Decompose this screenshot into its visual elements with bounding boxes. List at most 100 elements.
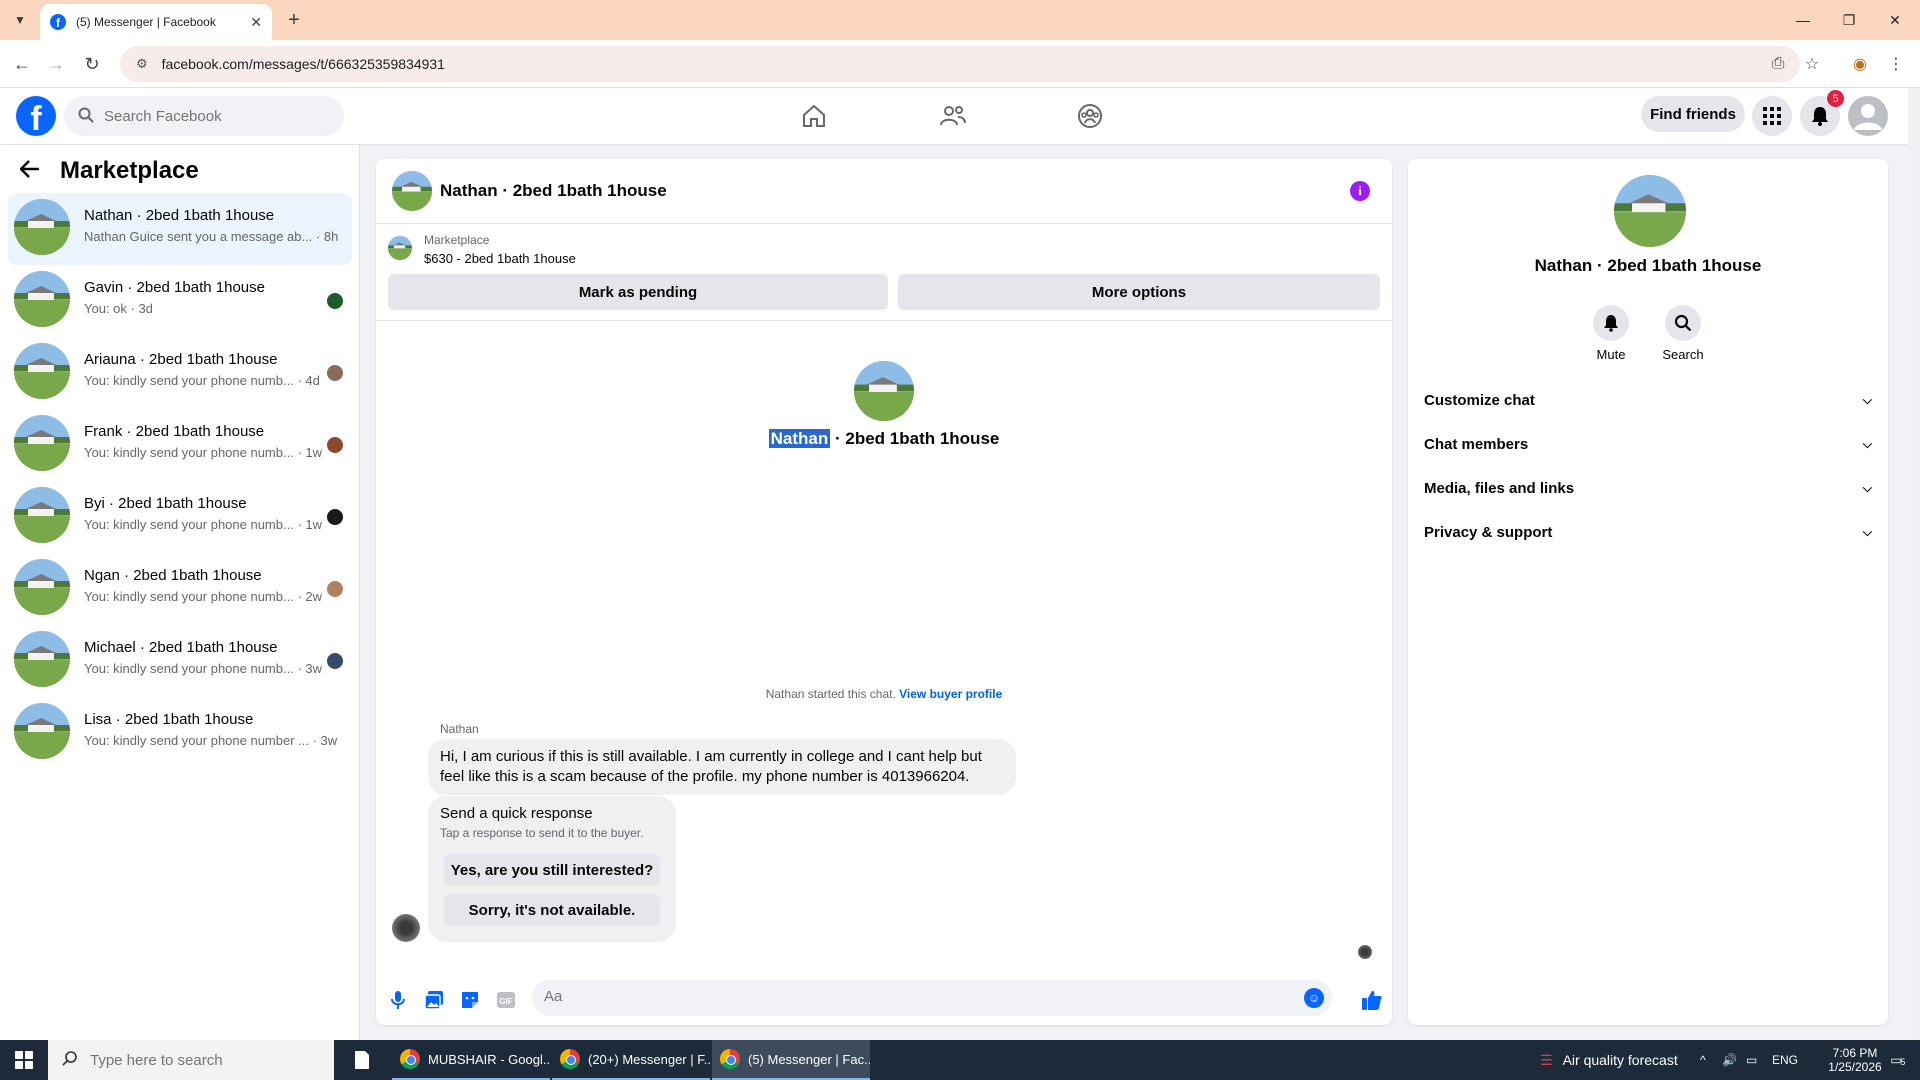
url-bar[interactable]: ⚙ facebook.com/messages/t/66632535983493… <box>120 46 1800 82</box>
conversation-name: Nathan · 2bed 1bath 1house <box>84 207 275 224</box>
section-label: Media, files and links <box>1424 479 1575 497</box>
browser-tab-active[interactable]: f (5) Messenger | Facebook ✕ <box>40 4 272 40</box>
media-files-links-row[interactable]: Media, files and links ⌵ <box>1424 470 1872 506</box>
message-input-box[interactable]: ☺ <box>532 980 1332 1016</box>
like-thumb-icon[interactable] <box>1360 988 1384 1012</box>
taskbar-app-chrome-2[interactable]: (20+) Messenger | F... <box>552 1040 710 1080</box>
taskbar-search[interactable] <box>48 1040 334 1080</box>
back-arrow-icon[interactable] <box>19 158 42 184</box>
taskbar-app-chrome-3[interactable]: (5) Messenger | Fac... <box>712 1040 870 1080</box>
search-action[interactable]: Search <box>1653 305 1713 362</box>
new-tab-button[interactable]: + <box>282 8 306 32</box>
conversation-item[interactable]: Gavin · 2bed 1bath 1house You: ok · 3d <box>8 265 352 337</box>
chat-members-row[interactable]: Chat members ⌵ <box>1424 426 1872 462</box>
bookmark-star-icon[interactable]: ☆ <box>1800 52 1824 76</box>
sticker-icon[interactable] <box>460 990 480 1010</box>
section-label: Chat members <box>1424 435 1529 453</box>
listing-bar: Marketplace $630 - 2bed 1bath 1house Mar… <box>376 224 1392 321</box>
photo-icon[interactable] <box>424 990 444 1010</box>
conversation-item[interactable]: Frank · 2bed 1bath 1house You: kindly sen… <box>8 409 352 481</box>
conversation-item[interactable]: Ngan · 2bed 1bath 1house You: kindly send… <box>8 553 352 625</box>
notifications-center-icon[interactable]: ▭ 5 <box>1880 1040 1912 1080</box>
conversation-name: Michael · 2bed 1bath 1house <box>84 639 278 656</box>
view-buyer-profile-link[interactable]: View buyer profile <box>899 687 1002 701</box>
volume-icon[interactable]: 🔊 <box>1722 1040 1737 1080</box>
taskbar-app-chrome-1[interactable]: MUBSHAIR - Googl... <box>392 1040 550 1080</box>
facebook-search[interactable] <box>64 96 344 136</box>
close-window-button[interactable]: ✕ <box>1872 0 1918 40</box>
sidebar-title: Marketplace <box>60 157 199 184</box>
back-arrow-icon[interactable]: ← <box>10 52 34 76</box>
file-explorer-icon[interactable] <box>350 1040 374 1080</box>
browser-tab-strip: ▼ f (5) Messenger | Facebook ✕ + — ❐ ✕ <box>0 0 1920 40</box>
message-bubble[interactable]: Hi, I am curious if this is still availa… <box>428 739 1016 795</box>
read-receipt-avatar <box>327 437 343 453</box>
details-avatar[interactable] <box>1614 175 1686 247</box>
chat-avatar[interactable] <box>392 171 432 211</box>
facebook-logo-icon[interactable]: f <box>16 96 56 136</box>
conversation-item[interactable]: Ariauna · 2bed 1bath 1house You: kindly s… <box>8 337 352 409</box>
emoji-icon[interactable]: ☺ <box>1304 988 1324 1008</box>
profile-icon[interactable]: ◉ <box>1848 52 1872 76</box>
conversation-preview: Nathan Guice sent you a message ab... · … <box>84 229 339 244</box>
chat-details-panel: Nathan · 2bed 1bath 1house Mute Search C… <box>1408 159 1888 1025</box>
groups-icon[interactable] <box>1034 96 1146 136</box>
conversation-item[interactable]: Michael · 2bed 1bath 1house You: kindly s… <box>8 625 352 697</box>
restore-button[interactable]: ❐ <box>1826 0 1872 40</box>
chevron-down-icon: ⌵ <box>1862 524 1872 539</box>
language-indicator[interactable]: ENG <box>1772 1040 1798 1080</box>
chat-title[interactable]: Nathan · 2bed 1bath 1house <box>440 181 667 201</box>
gif-icon[interactable]: GIF <box>496 990 516 1010</box>
conversation-avatar <box>14 343 70 399</box>
clock-date: 1/25/2026 <box>1828 1060 1882 1074</box>
mark-as-pending-button[interactable]: Mark as pending <box>388 274 888 310</box>
conversation-preview: You: kindly send your phone number ... ·… <box>84 733 338 748</box>
conversation-item[interactable]: Lisa · 2bed 1bath 1house You: kindly send… <box>8 697 352 769</box>
listing-price[interactable]: $630 - 2bed 1bath 1house <box>424 251 576 266</box>
taskbar-notification-count: 5 <box>1900 1057 1906 1067</box>
chat-panel: Nathan · 2bed 1bath 1house i Marketplace… <box>376 159 1392 1025</box>
quick-response-yes-button[interactable]: Yes, are you still interested? <box>444 854 660 886</box>
close-tab-icon[interactable]: ✕ <box>250 14 262 31</box>
home-icon[interactable] <box>758 96 870 136</box>
mute-action[interactable]: Mute <box>1581 305 1641 362</box>
conversation-item[interactable]: Byi · 2bed 1bath 1house You: kindly send … <box>8 481 352 553</box>
page-scrollbar[interactable] <box>1908 88 1920 1040</box>
site-settings-icon[interactable]: ⚙ <box>136 56 148 72</box>
account-avatar[interactable] <box>1848 96 1888 136</box>
taskbar-search-input[interactable] <box>90 1051 270 1069</box>
install-app-icon[interactable]: ⎙ <box>1766 52 1790 76</box>
conversation-preview: You: ok · 3d <box>84 301 153 316</box>
listing-thumbnail[interactable] <box>388 236 412 260</box>
find-friends-button[interactable]: Find friends <box>1641 96 1745 132</box>
conversation-item[interactable]: Nathan · 2bed 1bath 1house Nathan Guice s… <box>8 193 352 265</box>
friends-icon[interactable] <box>897 96 1009 136</box>
sidebar-header: Marketplace <box>19 157 199 185</box>
network-icon[interactable]: ▭ <box>1746 1040 1757 1080</box>
mute-bell-icon[interactable] <box>1593 305 1629 341</box>
reload-icon[interactable]: ↻ <box>80 52 104 76</box>
hero-name-rest: · 2bed 1bath 1house <box>830 429 1000 448</box>
forward-arrow-icon[interactable]: → <box>44 52 68 76</box>
minimize-button[interactable]: — <box>1780 0 1826 40</box>
info-icon[interactable]: i <box>1350 181 1370 201</box>
customize-chat-row[interactable]: Customize chat ⌵ <box>1424 382 1872 418</box>
windows-start-icon[interactable] <box>0 1040 48 1080</box>
show-hidden-icons-chevron-icon[interactable]: ^ <box>1700 1040 1706 1080</box>
privacy-support-row[interactable]: Privacy & support ⌵ <box>1424 514 1872 550</box>
microphone-icon[interactable] <box>388 990 408 1010</box>
tab-search-chevron-icon[interactable]: ▼ <box>8 8 32 32</box>
more-options-button[interactable]: More options <box>898 274 1380 310</box>
quick-response-sorry-button[interactable]: Sorry, it's not available. <box>444 894 660 926</box>
read-receipt-avatar <box>327 365 343 381</box>
message-input[interactable] <box>544 988 1284 1005</box>
search-icon[interactable] <box>1665 305 1701 341</box>
menu-grid-icon[interactable] <box>1752 96 1792 136</box>
svg-text:GIF: GIF <box>499 997 512 1006</box>
conversation-preview: You: kindly send your phone numb... · 1w <box>84 517 322 532</box>
conversation-preview: You: kindly send your phone numb... · 1w <box>84 445 322 460</box>
seen-indicator-avatar <box>1358 945 1372 959</box>
search-input[interactable] <box>104 107 304 125</box>
weather-widget[interactable]: ☰ Air quality forecast <box>1540 1040 1678 1080</box>
browser-menu-icon[interactable]: ⋮ <box>1884 52 1908 76</box>
